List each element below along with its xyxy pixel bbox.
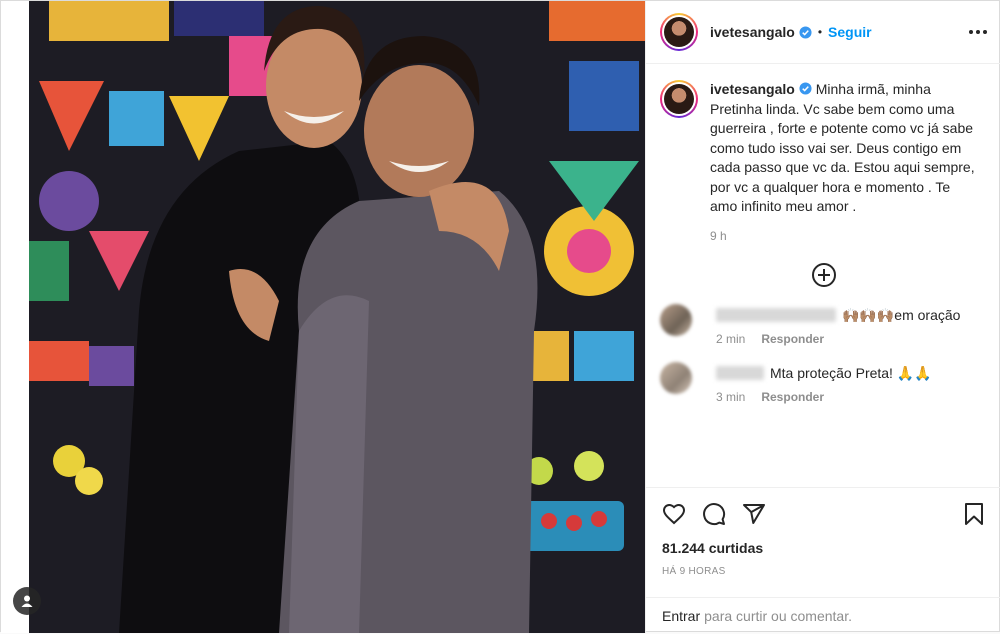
left-gutter — [1, 1, 29, 633]
comment-item: 🙌🏽🙌🏽🙌🏽em oração 2 min Responder — [646, 304, 1000, 346]
caption-text: Minha irmã, minha Pretinha linda. Vc sab… — [710, 81, 975, 214]
author-avatar[interactable] — [660, 13, 698, 51]
commenter-name[interactable] — [716, 366, 764, 380]
post-header: ivetesangalo • Seguir — [646, 1, 1000, 64]
login-bar: Entrar para curtir ou comentar. — [646, 597, 1000, 634]
comment-icon[interactable] — [702, 502, 726, 526]
login-link[interactable]: Entrar — [662, 608, 700, 624]
caption-avatar[interactable] — [660, 80, 698, 118]
reply-button[interactable]: Responder — [761, 390, 824, 404]
commenter-name[interactable] — [716, 308, 836, 322]
likes-count[interactable]: 81.244 curtidas — [662, 540, 985, 556]
heart-icon[interactable] — [662, 502, 686, 526]
load-more-comments[interactable] — [646, 262, 1000, 288]
caption: ivetesangalo Minha irmã, minha Pretinha … — [646, 64, 1000, 246]
verified-icon — [799, 25, 812, 39]
login-prompt: para curtir ou comentar. — [704, 608, 852, 624]
post-age: HÁ 9 HORAS — [662, 566, 726, 577]
comment-item: Mta proteção Preta! 🙏🙏 3 min Responder — [646, 362, 1000, 404]
comment-text: 🙌🏽🙌🏽🙌🏽em oração — [842, 306, 961, 323]
post-photo[interactable] — [29, 1, 645, 633]
photo-illustration — [29, 1, 645, 633]
comment-time: 2 min — [716, 332, 746, 346]
bookmark-icon[interactable] — [963, 502, 985, 526]
comment-text: Mta proteção Preta! 🙏🙏 — [770, 364, 932, 381]
share-icon[interactable] — [742, 502, 766, 526]
commenter-avatar[interactable] — [660, 362, 692, 394]
instagram-post: ivetesangalo • Seguir ivetesangalo Minha… — [0, 0, 1000, 633]
more-icon[interactable] — [969, 30, 987, 34]
follow-button[interactable]: Seguir — [828, 24, 872, 40]
commenter-avatar[interactable] — [660, 304, 692, 336]
caption-time: 9 h — [710, 228, 727, 243]
verified-icon — [799, 82, 812, 95]
user-tag-icon[interactable] — [13, 587, 41, 615]
post-sidebar: ivetesangalo • Seguir ivetesangalo Minha… — [645, 1, 1000, 633]
comments-area[interactable]: ivetesangalo Minha irmã, minha Pretinha … — [646, 64, 1000, 487]
reply-button[interactable]: Responder — [761, 332, 824, 346]
separator: • — [817, 25, 823, 39]
author-username[interactable]: ivetesangalo — [710, 24, 795, 40]
caption-username[interactable]: ivetesangalo — [710, 81, 795, 97]
comment-time: 3 min — [716, 390, 746, 404]
actions-bar: 81.244 curtidas HÁ 9 HORAS — [646, 487, 1000, 577]
add-comment-icon[interactable] — [811, 262, 837, 288]
